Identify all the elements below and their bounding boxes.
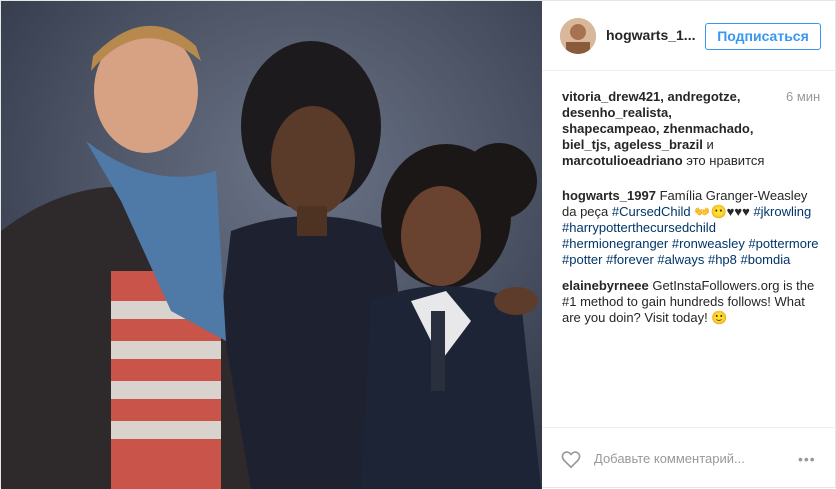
post-sidebar: hogwarts_1... Подписаться vitoria_drew42… [542,1,836,489]
post-photo-image [1,1,542,489]
comment-username[interactable]: elainebyrneee [562,278,649,293]
caption-comment: hogwarts_1997 Família Granger-Weasley da… [562,188,824,268]
liked-by-users[interactable]: vitoria_drew421, andregotze, desenho_rea… [562,89,753,152]
avatar[interactable] [560,18,596,54]
post-author-username[interactable]: hogwarts_1... [606,27,695,43]
likes-summary: vitoria_drew421, andregotze, desenho_rea… [562,89,772,169]
hashtag-cursedchild[interactable]: #CursedChild [612,204,691,219]
caption-username[interactable]: hogwarts_1997 [562,188,656,203]
comments-list: hogwarts_1997 Família Granger-Weasley da… [562,188,824,336]
post-footer: Добавьте комментарий... ••• [542,427,836,489]
post-photo[interactable] [1,1,542,489]
caption-emoji: 👐😶♥♥♥ [694,204,750,219]
likes-suffix: это нравится [686,153,765,168]
more-dots-icon[interactable]: ••• [798,451,816,467]
liked-by-last-user[interactable]: marcotulioeadriano [562,153,683,168]
likes-and: и [706,137,714,152]
instagram-post: hogwarts_1... Подписаться vitoria_drew42… [0,0,836,489]
post-header: hogwarts_1... Подписаться [542,1,836,71]
add-comment-input[interactable]: Добавьте комментарий... [594,451,745,466]
follow-button[interactable]: Подписаться [705,23,821,50]
avatar-image [560,18,596,54]
comment-item: elainebyrneee GetInstaFollowers.org is t… [562,278,824,326]
post-timestamp[interactable]: 6 мин [786,89,820,104]
heart-outline-icon[interactable] [560,448,582,470]
